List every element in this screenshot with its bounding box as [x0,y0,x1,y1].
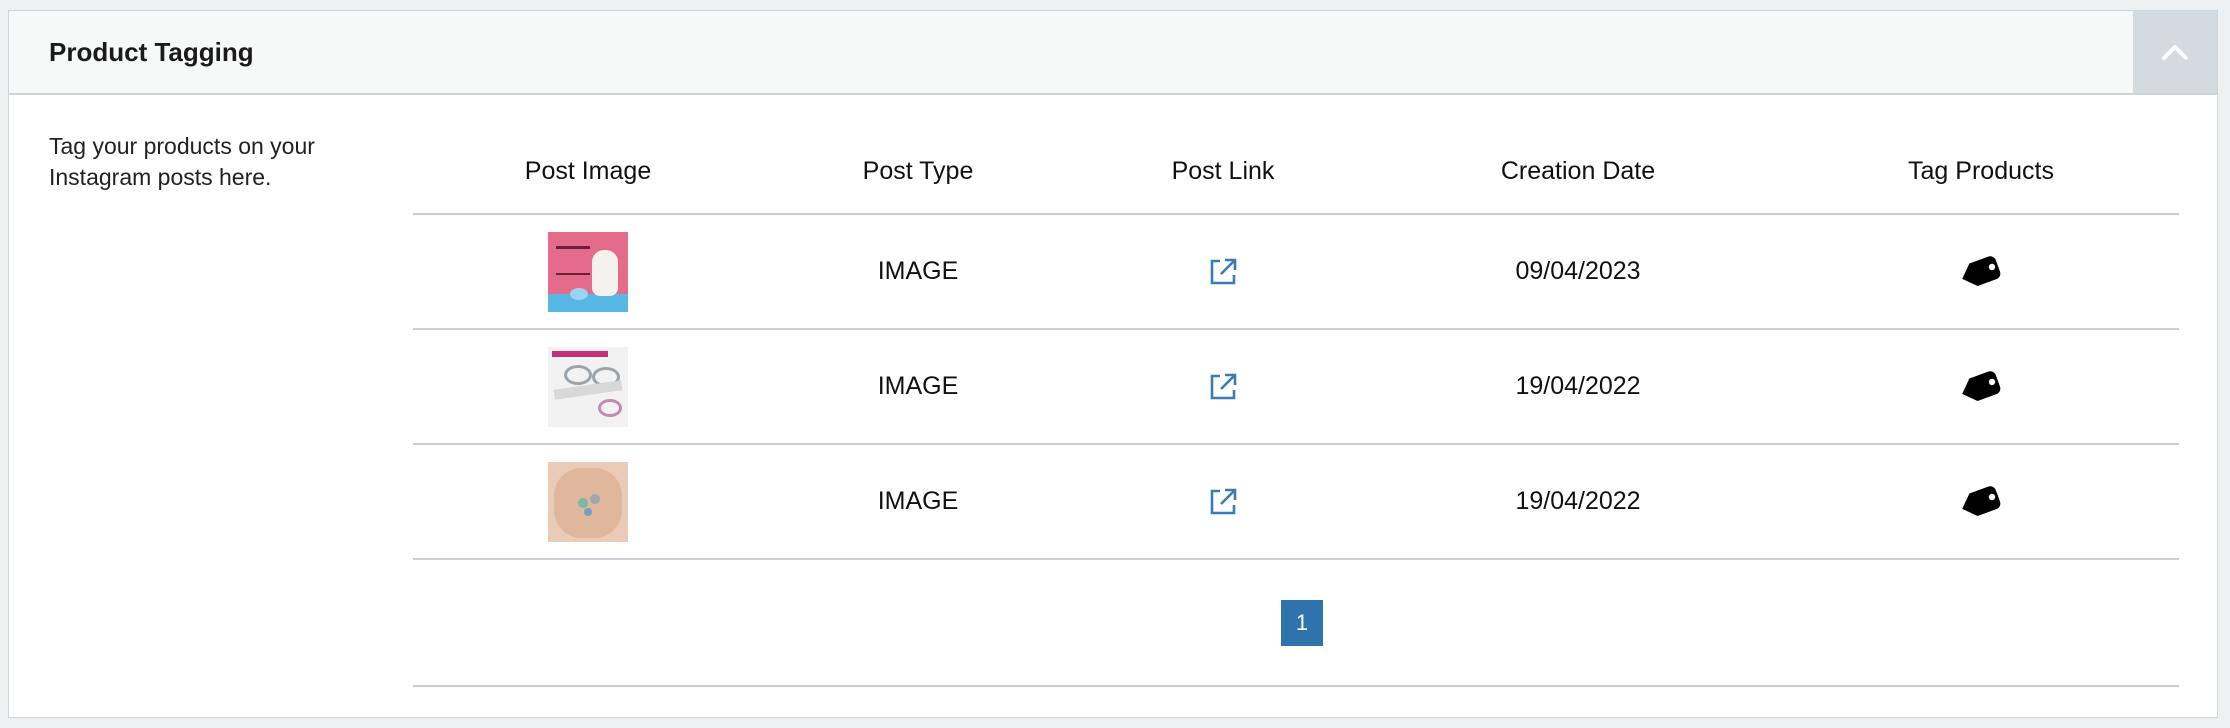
post-type-cell: IMAGE [877,487,959,515]
collapse-button[interactable] [2133,11,2217,93]
tag-icon[interactable] [1959,485,2003,519]
posts-table: Post Image Post Type Post Link Creation … [413,135,2179,687]
column-header-post-type: Post Type [862,156,974,185]
table-row: IMAGE 19/04/2022 [413,330,2179,445]
external-link-icon[interactable] [1207,486,1239,518]
chevron-up-icon [2162,45,2188,60]
table-header: Post Image Post Type Post Link Creation … [413,135,2179,215]
pagination: 1 [413,560,2179,687]
external-link-icon[interactable] [1207,256,1239,288]
product-tagging-panel: Product Tagging Tag your products on you… [8,10,2218,718]
panel-description: Tag your products on your Instagram post… [49,133,315,190]
table-row: IMAGE 09/04/2023 [413,215,2179,330]
column-header-creation-date: Creation Date [1500,156,1656,185]
column-header-post-link: Post Link [1171,156,1275,185]
creation-date-cell: 19/04/2022 [1515,372,1641,400]
panel-header: Product Tagging [9,11,2217,95]
tag-icon[interactable] [1959,370,2003,404]
post-image-thumbnail[interactable] [548,461,628,542]
panel-title: Product Tagging [49,37,254,67]
creation-date-cell: 19/04/2022 [1515,487,1641,515]
creation-date-cell: 09/04/2023 [1515,257,1641,285]
post-type-cell: IMAGE [877,257,959,285]
tag-icon[interactable] [1959,255,2003,289]
column-header-tag-products: Tag Products [1908,156,2054,185]
page-1-button[interactable]: 1 [1281,600,1323,646]
post-image-thumbnail[interactable] [548,231,628,312]
table-row: IMAGE 19/04/2022 [413,445,2179,560]
column-header-post-image: Post Image [524,156,652,185]
post-image-thumbnail[interactable] [548,346,628,427]
external-link-icon[interactable] [1207,371,1239,403]
post-type-cell: IMAGE [877,372,959,400]
